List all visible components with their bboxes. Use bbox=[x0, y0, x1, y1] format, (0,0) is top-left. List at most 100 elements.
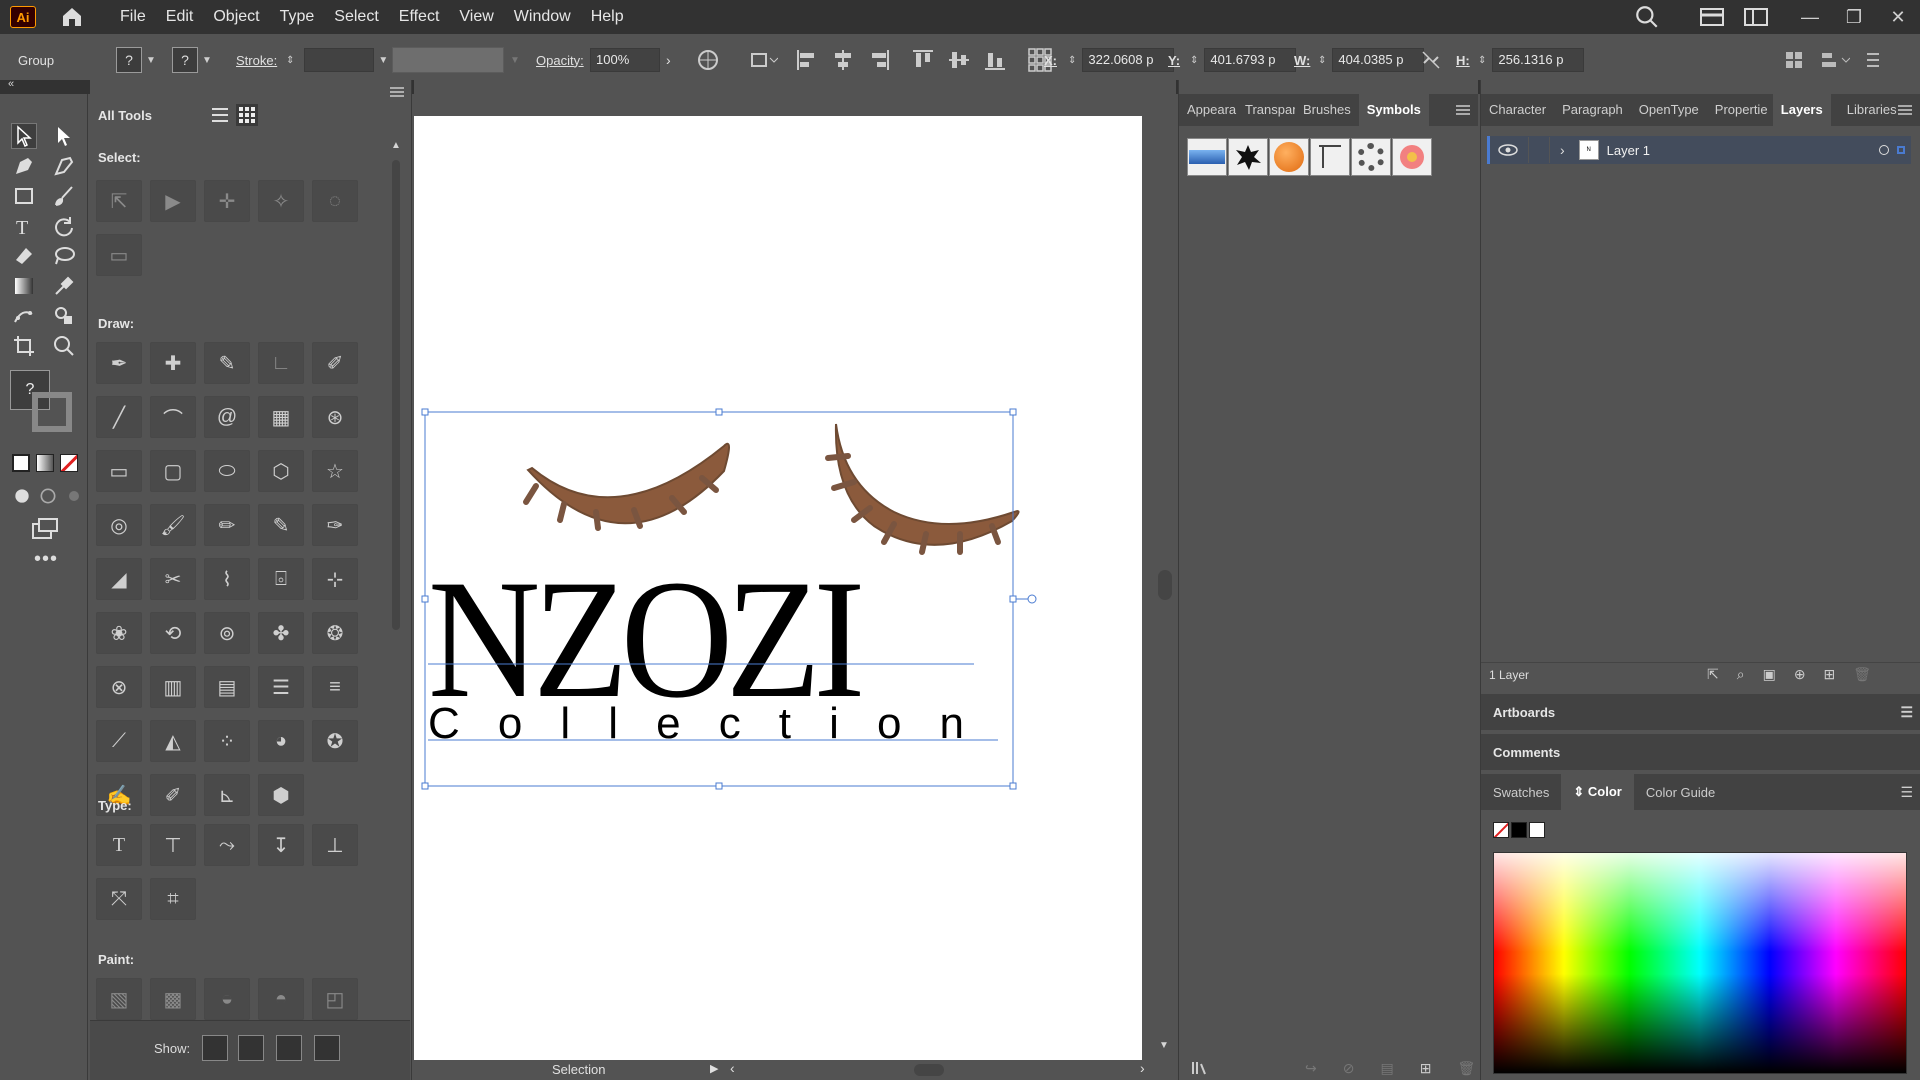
selection-indicator[interactable] bbox=[1897, 146, 1905, 154]
scroll-down-arrow[interactable]: ▼ bbox=[1159, 1040, 1169, 1051]
eraser-tool-icon[interactable] bbox=[12, 244, 36, 268]
touch-type-box-icon[interactable]: ⌗ bbox=[150, 878, 196, 920]
eyedropper-tool-icon[interactable] bbox=[52, 274, 76, 298]
tab-character[interactable]: Character bbox=[1481, 94, 1554, 126]
rectangle-tool-icon[interactable]: ▭ bbox=[96, 450, 142, 492]
direct-selection-tool-icon[interactable]: ▶ bbox=[150, 180, 196, 222]
add-anchor-tool-icon[interactable]: ✚ bbox=[150, 342, 196, 384]
symbol-tag[interactable] bbox=[1310, 138, 1350, 176]
show-fill-stroke-button[interactable] bbox=[202, 1035, 228, 1061]
column-graph-tool-icon[interactable]: ▥ bbox=[150, 666, 196, 708]
none-swatch[interactable] bbox=[1493, 822, 1509, 838]
puppet-warp-icon[interactable] bbox=[12, 304, 36, 328]
new-layer-icon[interactable]: ⊞ bbox=[1824, 666, 1836, 683]
panel-menu-icon[interactable] bbox=[1898, 104, 1912, 116]
selection-tool-icon[interactable]: ⇱ bbox=[96, 180, 142, 222]
polar-grid-tool-icon[interactable]: ⊛ bbox=[312, 396, 358, 438]
locate-object-icon[interactable]: ⌕ bbox=[1737, 666, 1745, 683]
live-paint-bucket-icon[interactable]: ◓ bbox=[258, 978, 304, 1020]
touch-type-tool-icon[interactable]: ⤧ bbox=[96, 878, 142, 920]
artboard-tool-icon[interactable]: ▭ bbox=[96, 234, 142, 276]
delete-layer-icon[interactable]: 🗑 bbox=[1853, 666, 1871, 683]
symbol-wreath[interactable] bbox=[1351, 138, 1391, 176]
workspace-icon[interactable] bbox=[1700, 7, 1724, 27]
menu-type[interactable]: Type bbox=[270, 0, 325, 34]
comments-label[interactable]: Comments bbox=[1493, 745, 1560, 760]
search-icon[interactable] bbox=[1634, 4, 1660, 30]
symbol-sizer-tool-icon[interactable]: ⟲ bbox=[150, 612, 196, 654]
tab-symbols[interactable]: Symbols bbox=[1358, 94, 1429, 126]
h-field[interactable]: 256.1316 p bbox=[1492, 48, 1585, 72]
chevron-right-icon[interactable]: › bbox=[1560, 142, 1565, 158]
draw-normal-icon[interactable] bbox=[12, 486, 32, 506]
delete-symbol-icon[interactable]: 🗑 bbox=[1457, 1060, 1475, 1077]
type-on-path-tool-icon[interactable]: ⤳ bbox=[204, 824, 250, 866]
tab-color[interactable]: ⇕ Color bbox=[1561, 774, 1634, 810]
gradient-tool-icon[interactable]: ▧ bbox=[96, 978, 142, 1020]
area-type-tool-icon[interactable]: ⊤ bbox=[150, 824, 196, 866]
y-field[interactable]: 401.6793 p bbox=[1204, 48, 1297, 72]
canvas-vertical-scrollbar[interactable]: ▼ bbox=[1156, 80, 1172, 1060]
panel-scrollbar[interactable]: ▲ ▼ bbox=[390, 140, 402, 1070]
stacked-bar-graph-tool-icon[interactable]: ≡ bbox=[312, 666, 358, 708]
vertical-area-type-tool-icon[interactable]: ⊥ bbox=[312, 824, 358, 866]
line-tool-icon[interactable]: ╱ bbox=[96, 396, 142, 438]
align-vcenter-icon[interactable] bbox=[948, 49, 970, 71]
layer-name[interactable]: Layer 1 bbox=[1607, 143, 1650, 158]
brand-name-text[interactable]: NZOZI bbox=[428, 545, 868, 733]
shaper-tool-icon[interactable]: ✏ bbox=[204, 504, 250, 546]
bar-graph-tool-icon[interactable]: ☰ bbox=[258, 666, 304, 708]
stroke-box[interactable] bbox=[32, 392, 72, 432]
chevron-down-icon[interactable]: ▼ bbox=[146, 55, 156, 66]
symbol-ink-splat[interactable] bbox=[1228, 138, 1268, 176]
tab-layers[interactable]: Layers bbox=[1772, 94, 1831, 126]
mesh-tool-icon[interactable]: ▩ bbox=[150, 978, 196, 1020]
scroll-up-arrow[interactable]: ▲ bbox=[391, 140, 401, 151]
stroke-weight-field[interactable] bbox=[304, 48, 375, 72]
stepper-icon[interactable]: ⇕ bbox=[286, 55, 294, 66]
panel-menu-icon[interactable] bbox=[390, 86, 404, 98]
grid-tool-icon[interactable]: ▦ bbox=[258, 396, 304, 438]
rotate-tool-icon[interactable] bbox=[52, 214, 76, 238]
screen-mode-icon[interactable] bbox=[32, 518, 58, 540]
tab-transparency[interactable]: Transpar bbox=[1237, 94, 1295, 126]
draw-inside-icon[interactable] bbox=[64, 486, 84, 506]
w-label[interactable]: W: bbox=[1294, 34, 1310, 86]
symbol-orange-circle[interactable] bbox=[1269, 138, 1309, 176]
opacity-label[interactable]: Opacity: bbox=[536, 34, 584, 86]
scroll-thumb[interactable] bbox=[392, 160, 400, 630]
stroke-label[interactable]: Stroke: bbox=[236, 34, 277, 86]
chevron-right-icon[interactable]: › bbox=[666, 52, 671, 68]
type-tool-icon[interactable]: T bbox=[12, 214, 36, 238]
vertical-type-tool-icon[interactable]: ↧ bbox=[258, 824, 304, 866]
black-swatch[interactable] bbox=[1511, 822, 1527, 838]
logo-artwork[interactable]: NZOZI Collection bbox=[414, 116, 1142, 1060]
horizontal-scroll-thumb[interactable] bbox=[914, 1064, 944, 1076]
chevron-down-icon[interactable]: ▼ bbox=[378, 55, 388, 66]
more-tools-icon[interactable]: ••• bbox=[34, 548, 58, 571]
chevron-down-icon[interactable]: ▼ bbox=[202, 55, 212, 66]
rectangle-tool-icon[interactable] bbox=[12, 184, 36, 208]
live-paint-selection-icon[interactable]: ◰ bbox=[312, 978, 358, 1020]
status-play-icon[interactable]: ▶ bbox=[710, 1062, 718, 1075]
fill-swatch[interactable]: ? bbox=[116, 47, 142, 73]
pen-tool-icon[interactable] bbox=[12, 154, 36, 178]
selection-tool-icon[interactable] bbox=[11, 123, 37, 149]
pencil-tool-icon[interactable]: ✎ bbox=[258, 504, 304, 546]
symbol-screener-tool-icon[interactable]: ❂ bbox=[312, 612, 358, 654]
pie-graph-tool-icon[interactable]: ◕ bbox=[258, 720, 304, 762]
path-eraser-tool-icon[interactable]: ✐ bbox=[150, 774, 196, 816]
y-label[interactable]: Y: bbox=[1168, 34, 1180, 86]
transform-icon[interactable] bbox=[748, 48, 778, 72]
zoom-tool-icon[interactable] bbox=[52, 334, 76, 358]
recolor-icon[interactable] bbox=[696, 48, 720, 72]
curvature-tool-icon[interactable] bbox=[52, 154, 76, 178]
panel-layout-icon[interactable] bbox=[1744, 7, 1768, 27]
menu-window[interactable]: Window bbox=[504, 0, 581, 34]
arc-tool-icon[interactable]: ⌒ bbox=[150, 396, 196, 438]
symbol-flower[interactable] bbox=[1392, 138, 1432, 176]
tab-properties[interactable]: Propertie bbox=[1707, 94, 1773, 126]
visibility-eye-icon[interactable] bbox=[1498, 143, 1518, 157]
gradient-tool-icon[interactable] bbox=[12, 274, 36, 298]
right-eye-shape[interactable] bbox=[825, 423, 1020, 555]
